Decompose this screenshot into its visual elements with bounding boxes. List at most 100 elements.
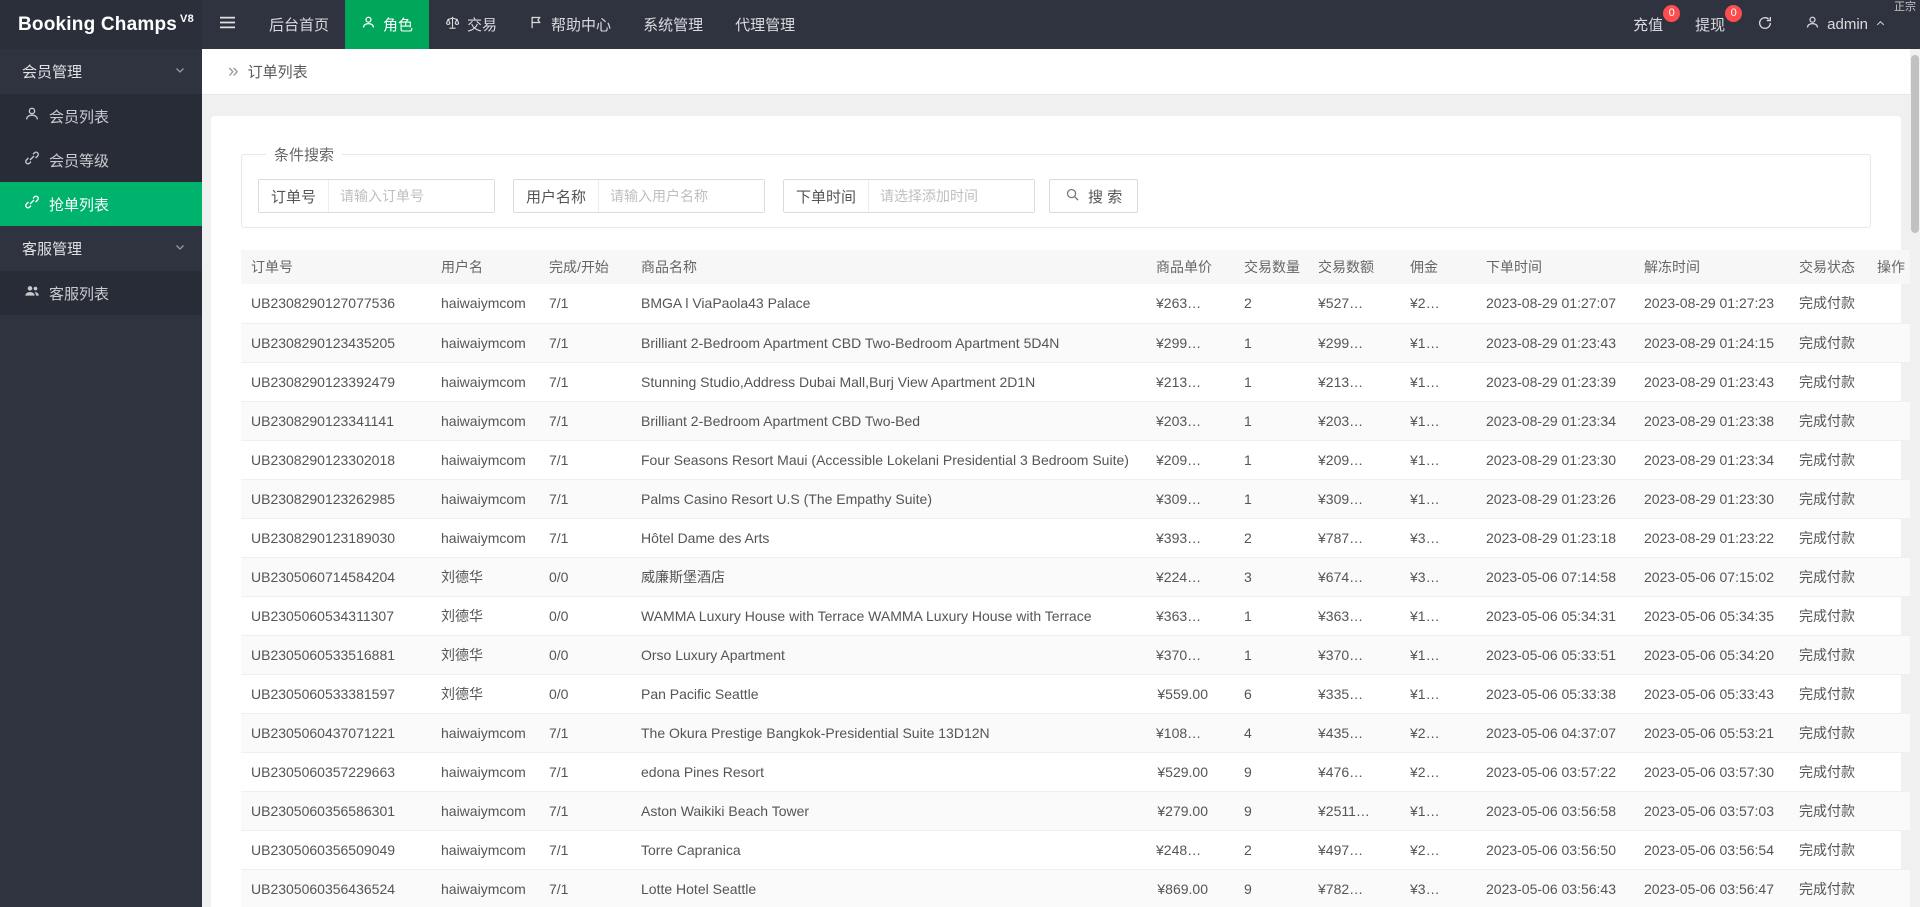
status-cell: 完成付款 [1789,830,1867,870]
chevron-down-icon [174,63,186,80]
quantity-cell: 1 [1234,323,1308,363]
main-nav: 后台首页 角色 交易 帮助中心 系统管理 代理管理 [202,0,811,49]
product-name-cell: BMGA l ViaPaola43 Palace [631,284,1146,324]
progress-cell: 7/1 [539,518,631,558]
unit-price-cell: ¥3098.00 [1146,479,1234,519]
action-cell [1867,635,1911,675]
username-input[interactable] [599,180,765,212]
quantity-cell: 6 [1234,674,1308,714]
sidebar-toggle-button[interactable] [202,0,253,49]
order-time-field-label: 下单时间 [784,180,870,212]
withdraw-button[interactable]: 提现 0 [1683,0,1745,49]
status-cell: 完成付款 [1789,674,1867,714]
order-no-cell: UB2305060714584204 [241,557,431,597]
sidebar-item-order-grab-list[interactable]: 抢单列表 [0,182,202,226]
refresh-button[interactable] [1745,0,1793,49]
amount-cell: ¥2139.00 [1308,362,1400,402]
hamburger-icon [220,15,235,34]
amount-cell: ¥4358.00 [1308,713,1400,753]
order-no-input[interactable] [329,180,495,212]
progress-cell: 7/1 [539,440,631,480]
amount-cell: ¥7821.00 [1308,869,1400,907]
order-no-field-label: 订单号 [259,180,330,212]
amount-cell: ¥3354.00 [1308,674,1400,714]
column-header-unit-price: 商品单价 [1146,250,1234,284]
amount-cell: ¥3639.00 [1308,596,1400,636]
progress-cell: 0/0 [539,596,631,636]
brand-logo[interactable]: Booking Champs V8 [0,0,202,49]
sidebar-group-member-management[interactable]: 会员管理 [0,49,202,94]
status-cell: 完成付款 [1789,791,1867,831]
username-field-label: 用户名称 [514,180,600,212]
refresh-icon [1757,15,1773,35]
amount-cell: ¥3709.00 [1308,635,1400,675]
unit-price-cell: ¥869.00 [1146,869,1234,907]
recharge-button[interactable]: 充值 0 [1621,0,1683,49]
unfreeze-time-cell: 2023-08-29 01:24:15 [1634,323,1789,363]
sidebar-submenu-member: 会员列表 会员等级 抢单列表 [0,94,202,226]
user-menu[interactable]: admin [1793,0,1906,49]
table-row: UB2308290123189030 haiwaiymcom 7/1 Hôtel Da… [241,518,1911,558]
nav-item-roles[interactable]: 角色 [345,0,430,49]
order-time-cell: 2023-05-06 03:56:43 [1476,869,1634,907]
action-cell [1867,713,1911,753]
table-row: UB2305060534311307 刘德华 0/0 WAMMA Luxury Hou… [241,596,1911,636]
action-cell [1867,362,1911,402]
nav-item-help-center[interactable]: 帮助中心 [513,0,627,49]
body-row: 会员管理 会员列表 会员等级 抢单列表 客服管理 客服列表 » 订单列表 条件搜… [0,49,1920,907]
username-cell: 刘德华 [431,596,539,636]
user-icon [361,15,376,34]
progress-cell: 7/1 [539,752,631,792]
table-row: UB2305060357229663 haiwaiymcom 7/1 edona Pi… [241,752,1911,792]
progress-cell: 7/1 [539,362,631,402]
nav-item-system-management[interactable]: 系统管理 [627,0,719,49]
brand-version: V8 [180,12,194,25]
progress-cell: 0/0 [539,635,631,675]
action-cell [1867,557,1911,597]
quantity-cell: 3 [1234,557,1308,597]
commission-cell: ¥26.39 [1400,284,1476,324]
sidebar-item-member-list[interactable]: 会员列表 [0,94,202,138]
vertical-scrollbar-track[interactable] [1910,49,1920,907]
order-no-cell: UB2308290123262985 [241,479,431,519]
commission-cell: ¥21.79 [1400,713,1476,753]
product-name-cell: Stunning Studio,Address Dubai Mall,Burj … [631,362,1146,402]
quantity-cell: 1 [1234,362,1308,402]
sidebar-item-member-levels[interactable]: 会员等级 [0,138,202,182]
commission-cell: ¥24.89 [1400,830,1476,870]
search-button[interactable]: 搜 索 [1049,179,1139,213]
unfreeze-time-cell: 2023-05-06 05:33:43 [1634,674,1789,714]
order-time-cell: 2023-05-06 03:56:50 [1476,830,1634,870]
nav-item-agent-management[interactable]: 代理管理 [719,0,811,49]
column-header-action: 操作 [1867,250,1911,284]
quantity-cell: 1 [1234,596,1308,636]
vertical-scrollbar-thumb[interactable] [1911,55,1919,233]
quantity-cell: 2 [1234,518,1308,558]
sidebar-item-service-list[interactable]: 客服列表 [0,271,202,315]
status-cell: 完成付款 [1789,284,1867,324]
amount-cell: ¥5278.00 [1308,284,1400,324]
nav-item-dashboard[interactable]: 后台首页 [253,0,345,49]
quantity-cell: 2 [1234,284,1308,324]
column-header-order-no: 订单号 [241,250,431,284]
commission-cell: ¥12.56 [1400,791,1476,831]
commission-cell: ¥33.74 [1400,557,1476,597]
amount-cell: ¥4761.00 [1308,752,1400,792]
username-cell: haiwaiymcom [431,440,539,480]
table-row: UB2305060714584204 刘德华 0/0 威廉斯堡酒店 ¥2249.00 3 ¥… [241,557,1911,597]
page-title: 订单列表 [247,64,308,81]
sidebar-group-customer-service[interactable]: 客服管理 [0,226,202,271]
amount-cell: ¥2511.00 [1308,791,1400,831]
unfreeze-time-cell: 2023-08-29 01:23:38 [1634,401,1789,441]
order-time-input[interactable] [869,180,1035,212]
status-cell: 完成付款 [1789,596,1867,636]
unfreeze-time-cell: 2023-08-29 01:27:23 [1634,284,1789,324]
column-header-quantity: 交易数量 [1234,250,1308,284]
status-cell: 完成付款 [1789,752,1867,792]
order-time-cell: 2023-05-06 05:33:38 [1476,674,1634,714]
progress-cell: 7/1 [539,479,631,519]
progress-cell: 7/1 [539,713,631,753]
nav-item-transactions[interactable]: 交易 [429,0,513,49]
product-name-cell: Hôtel Dame des Arts [631,518,1146,558]
unfreeze-time-cell: 2023-05-06 05:34:20 [1634,635,1789,675]
